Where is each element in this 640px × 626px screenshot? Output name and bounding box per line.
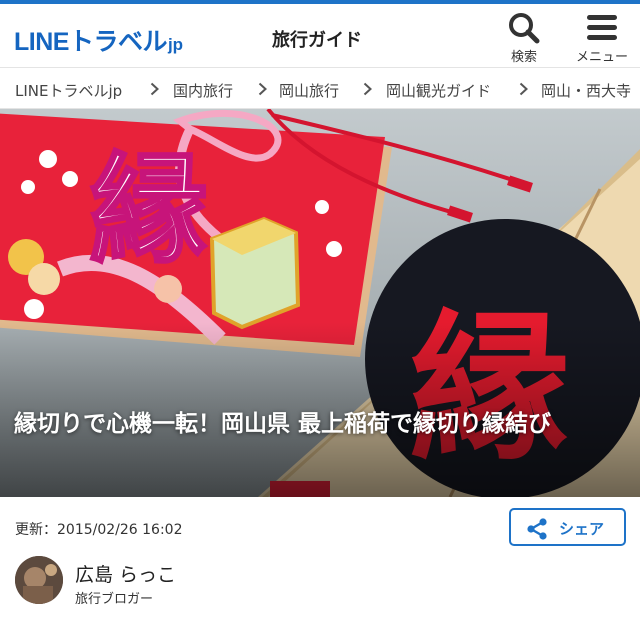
logo-main-text: LINEトラベル — [14, 28, 167, 56]
hamburger-icon — [587, 15, 617, 40]
logo-suffix-text: jp — [167, 35, 184, 54]
search-button[interactable]: 検索 — [494, 9, 554, 65]
author-name[interactable]: 広島 らっこ — [75, 560, 176, 587]
search-label: 検索 — [510, 50, 537, 65]
author-role: 旅行ブロガー — [75, 592, 154, 607]
updated-date: 更新：2015/02/26 16:02 — [15, 522, 183, 538]
avatar-image — [15, 556, 63, 604]
chevron-right-icon — [363, 82, 372, 96]
breadcrumb-item-okayama-guide[interactable]: 岡山観光ガイド — [386, 80, 491, 101]
author-avatar[interactable] — [15, 556, 63, 604]
search-icon — [509, 13, 540, 44]
breadcrumb-item-line-travel[interactable]: LINEトラベルjp — [15, 80, 122, 101]
breadcrumb-item-okayama-travel[interactable]: 岡山旅行 — [279, 80, 339, 101]
page-section-title: 旅行ガイド — [272, 30, 362, 51]
hero-image[interactable]: 縁 縁 縁切りで心機一転！岡山県 最上稲荷で縁切り縁結び — [0, 109, 640, 497]
menu-label: メニュー — [575, 50, 628, 65]
article-meta: 更新：2015/02/26 16:02 シェア 広島 らっこ 旅行ブロガー — [0, 497, 640, 626]
chevron-right-icon — [258, 82, 267, 96]
site-logo[interactable]: LINEトラベルjp — [14, 22, 183, 58]
chevron-right-icon — [519, 82, 528, 96]
share-icon — [527, 518, 547, 540]
site-header: LINEトラベルjp 旅行ガイド 検索 メニュー — [0, 4, 640, 68]
chevron-right-icon — [150, 82, 159, 96]
article-title: 縁切りで心機一転！岡山県 最上稲荷で縁切り縁結び — [14, 411, 552, 437]
breadcrumb-item-saidaiji[interactable]: 岡山・西大寺 — [541, 80, 631, 101]
breadcrumb: LINEトラベルjp 国内旅行 岡山旅行 岡山観光ガイド 岡山・西大寺 — [0, 69, 640, 109]
menu-button[interactable]: メニュー — [572, 9, 632, 65]
breadcrumb-item-domestic[interactable]: 国内旅行 — [173, 80, 233, 101]
share-button[interactable]: シェア — [509, 508, 626, 546]
share-label: シェア — [559, 520, 605, 538]
